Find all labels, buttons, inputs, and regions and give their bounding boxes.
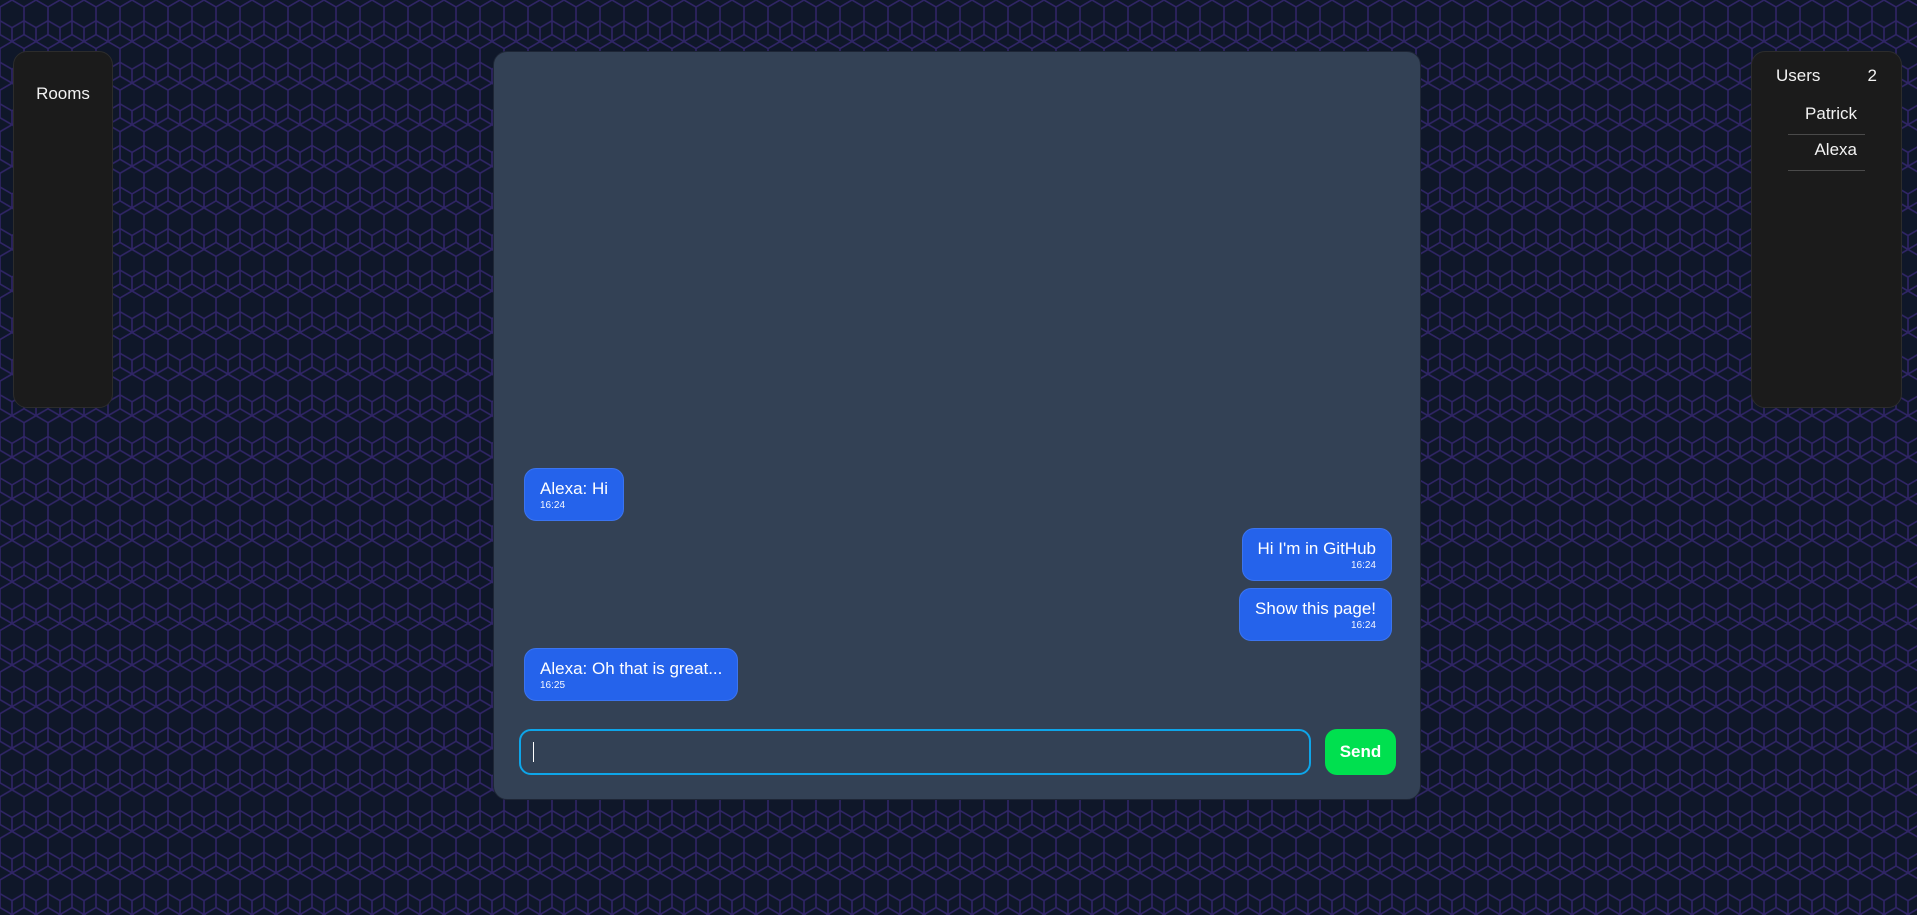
message-time: 16:24: [540, 500, 566, 511]
message-bubble-own: Show this page! 16:24: [1239, 588, 1392, 641]
message-time: 16:24: [1350, 620, 1376, 631]
message-text: Show this page!: [1255, 599, 1376, 618]
message-time: 16:24: [1350, 560, 1376, 571]
message-time: 16:25: [540, 680, 566, 691]
user-item[interactable]: Alexa: [1788, 136, 1865, 171]
rooms-panel: Rooms: [13, 51, 113, 408]
rooms-title: Rooms: [36, 84, 90, 103]
send-button[interactable]: Send: [1325, 729, 1396, 775]
user-item[interactable]: Patrick: [1788, 100, 1865, 135]
users-header: Users 2: [1776, 66, 1877, 86]
message-text: Alexa: Oh that is great...: [540, 659, 723, 678]
message-bubble: Alexa: Oh that is great... 16:25: [524, 648, 739, 701]
message-text: Alexa: Hi: [540, 479, 609, 498]
text-caret: [533, 742, 534, 762]
message-text: Hi I'm in GitHub: [1257, 539, 1377, 558]
chat-panel: Alexa: Hi 16:24 Hi I'm in GitHub 16:24 S…: [493, 51, 1421, 800]
message-input[interactable]: [519, 729, 1311, 775]
users-title: Users: [1776, 66, 1821, 85]
message-bubble: Alexa: Hi 16:24: [524, 468, 625, 521]
users-panel: Users 2 Patrick Alexa: [1751, 51, 1902, 408]
user-list: Patrick Alexa: [1788, 100, 1865, 172]
message-bubble-own: Hi I'm in GitHub 16:24: [1241, 528, 1392, 581]
users-count: 2: [1867, 66, 1877, 85]
